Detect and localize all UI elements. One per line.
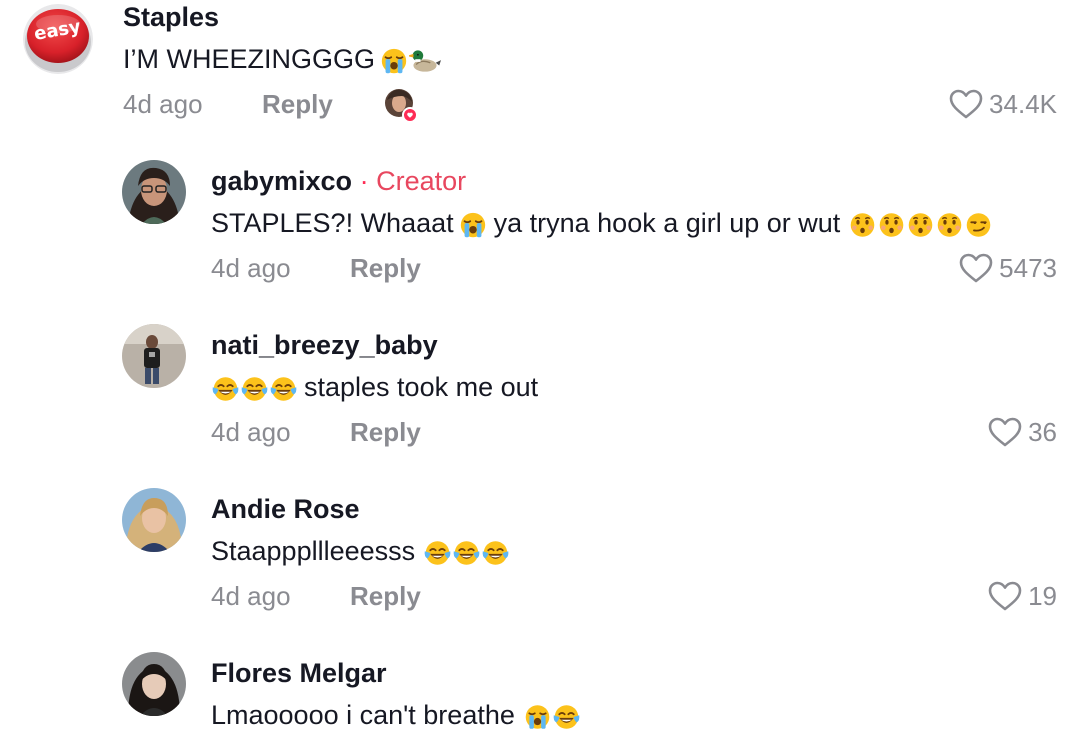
emoji-group	[211, 374, 298, 408]
tears-of-joy-icon	[269, 374, 298, 404]
username[interactable]: Staples	[123, 0, 219, 34]
loudly-crying-face-icon	[523, 702, 552, 732]
reply-button[interactable]: Reply	[350, 416, 421, 448]
username[interactable]: Flores Melgar	[211, 656, 387, 690]
tears-of-joy-icon	[423, 538, 452, 568]
creator-avatar-icon	[385, 89, 418, 123]
avatar[interactable]	[122, 488, 186, 552]
heart-outline-icon	[988, 417, 1022, 447]
reply-button[interactable]: Reply	[262, 88, 333, 120]
user-avatar-icon	[122, 488, 186, 552]
tears-of-joy-icon	[211, 374, 240, 404]
timestamp: 4d ago	[211, 253, 291, 283]
comment-text-content: I’M WHEEZINGGGG	[123, 44, 375, 74]
hushed-face-icon	[848, 210, 877, 240]
heart-outline-icon	[949, 89, 983, 119]
comment-text-content: Lmaooooo i can't breathe	[211, 700, 515, 730]
username-text[interactable]: gabymixco	[211, 166, 352, 196]
like-count: 5473	[999, 253, 1057, 283]
comment-text-content: STAPLES?! Whaaat	[211, 208, 454, 238]
hushed-face-icon	[877, 210, 906, 240]
creator-liked-badge	[384, 88, 418, 123]
comment-text-content: Staapppllleeesss	[211, 536, 416, 566]
tears-of-joy-icon	[552, 702, 581, 732]
crying-laughing-face-icon	[379, 46, 409, 76]
heart-outline-icon	[988, 581, 1022, 611]
comment-text: staples took me out	[211, 370, 538, 408]
user-avatar-icon	[122, 160, 186, 224]
like-button[interactable]: 36	[988, 416, 1057, 448]
heart-outline-icon	[959, 253, 993, 283]
timestamp: 4d ago	[123, 89, 203, 119]
user-avatar-icon	[122, 652, 186, 716]
comment-text-continuation: ya tryna hook a girl up or wut	[493, 208, 841, 238]
tears-of-joy-icon	[240, 374, 269, 404]
reply-button[interactable]: Reply	[350, 580, 421, 612]
like-count: 34.4K	[989, 89, 1057, 119]
comment-text: Staapppllleeesss	[211, 534, 510, 572]
comment-text: Lmaooooo i can't breathe	[211, 698, 581, 736]
avatar[interactable]	[122, 324, 186, 388]
like-button[interactable]: 34.4K	[949, 88, 1057, 120]
like-button[interactable]: 19	[988, 580, 1057, 612]
like-button[interactable]: 5473	[959, 252, 1057, 284]
comment-text: I’M WHEEZINGGGG	[123, 42, 441, 80]
tears-of-joy-icon	[481, 538, 510, 568]
emoji-group	[848, 210, 993, 244]
user-avatar-icon	[122, 324, 186, 388]
timestamp: 4d ago	[211, 417, 291, 447]
username[interactable]: nati_breezy_baby	[211, 328, 438, 362]
avatar[interactable]	[122, 160, 186, 224]
comment-text-content: staples took me out	[304, 372, 539, 402]
emoji-group	[379, 46, 441, 80]
avatar[interactable]	[122, 652, 186, 716]
avatar[interactable]: easy	[23, 4, 93, 74]
like-count: 36	[1028, 417, 1057, 447]
loudly-crying-face-icon	[458, 210, 488, 240]
creator-separator: ·	[359, 166, 369, 196]
timestamp: 4d ago	[211, 581, 291, 611]
smirking-face-icon	[964, 210, 993, 240]
like-count: 19	[1028, 581, 1057, 611]
creator-badge: Creator	[376, 166, 467, 196]
reply-button[interactable]: Reply	[350, 252, 421, 284]
username: gabymixco · Creator	[211, 164, 466, 198]
username[interactable]: Andie Rose	[211, 492, 360, 526]
tears-of-joy-icon	[452, 538, 481, 568]
emoji-group	[458, 210, 488, 244]
emoji-group	[423, 538, 510, 572]
emoji-group	[523, 702, 581, 736]
duck-icon	[409, 46, 441, 76]
comment-text: STAPLES?! Whaaat ya tryna hook a girl up …	[211, 206, 993, 244]
hushed-face-icon	[935, 210, 964, 240]
hushed-face-icon	[906, 210, 935, 240]
